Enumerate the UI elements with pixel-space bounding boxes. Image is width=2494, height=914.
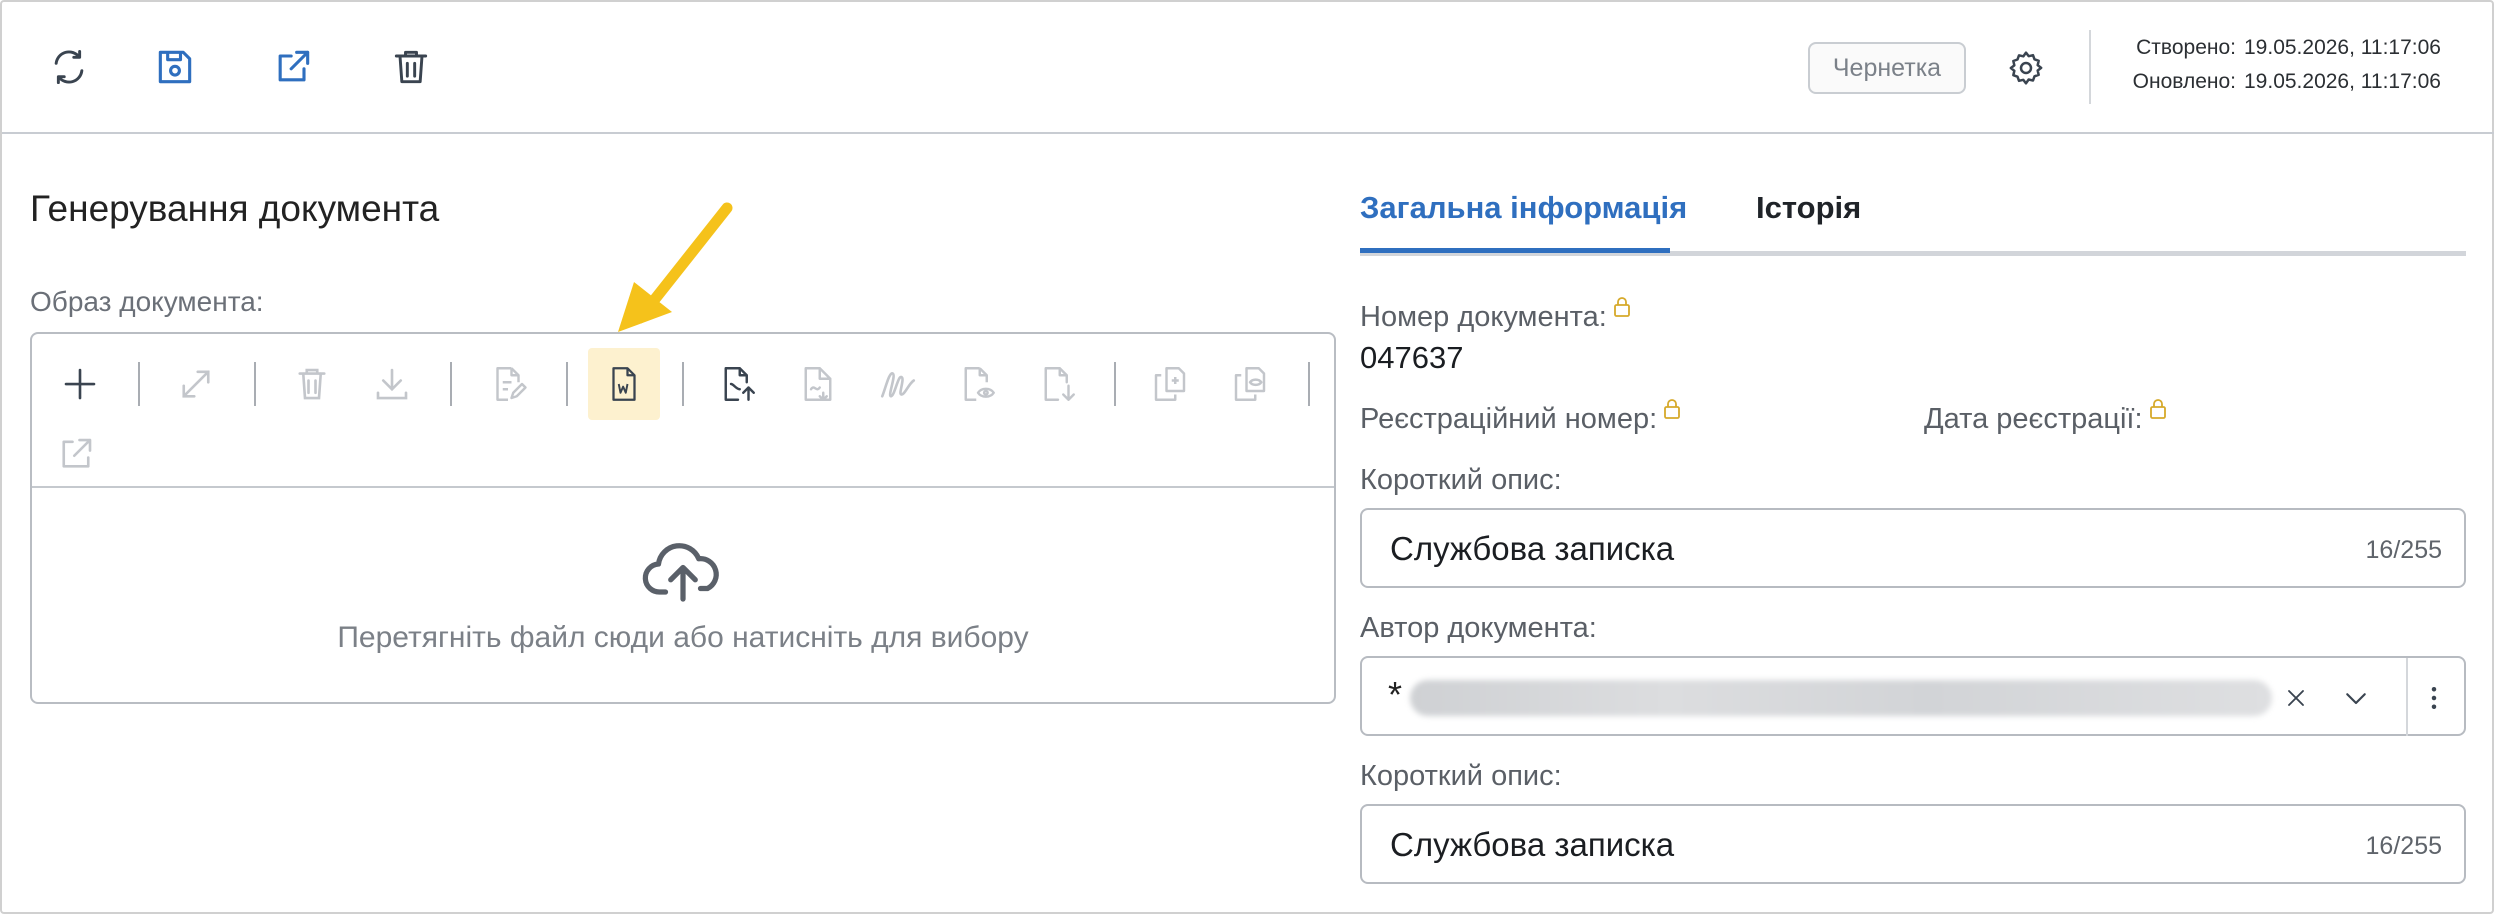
chevron-down-icon [2346,693,2366,705]
updated-info: Оновлено: 19.05.2026, 11:17:06 [2112,70,2452,100]
author-select[interactable]: * [1360,656,2466,736]
cloud-upload-icon [642,543,719,602]
tool-divider [682,362,684,406]
download-icon [376,368,408,400]
tool-divider [138,362,140,406]
delete-file-button[interactable] [282,354,342,414]
drop-zone-text: Перетягніть файл сюди або натисніть для … [337,621,1029,654]
signature-button[interactable] [868,354,928,414]
reg-date-label: Дата реєстрації: [1924,403,2143,435]
doc-number-field-label: Номер документа: [1360,296,1631,334]
tabs: Загальна інформація Історія [1360,184,2466,256]
author-prefix: * [1388,674,1403,715]
save-icon [158,50,192,84]
document-image-panel: Перетягніть файл сюди або натисніть для … [30,332,1336,704]
copy-document-button[interactable] [1140,354,1200,414]
trash-icon [298,368,326,400]
tool-divider [1114,362,1116,406]
highlight-arrow-icon [618,202,733,332]
short-desc2-value: Службова записка [1390,826,1675,863]
updated-value: 19.05.2026, 11:17:06 [2244,70,2441,93]
save-button[interactable] [142,34,208,100]
short-desc-counter: 16/255 [2365,536,2442,564]
app-window: Чернетка Створено: 19.05.2026, 11:17:06 … [0,0,2494,914]
clear-button[interactable] [2276,678,2316,718]
status-badge: Чернетка [1808,42,1966,94]
trash-icon [394,50,428,84]
gear-icon [2009,51,2043,85]
tab-general-info[interactable]: Загальна інформація [1360,190,1687,226]
more-options-button[interactable] [2414,678,2454,718]
signature-icon [880,372,916,398]
tool-divider [1308,362,1310,406]
select-divider [2406,658,2408,736]
document-download-icon [1044,367,1075,401]
doc-number-value: 047637 [1360,340,1464,375]
tab-history[interactable]: Історія [1756,190,1861,226]
documents-compare-icon [1234,367,1266,401]
generate-word-button[interactable] [588,348,660,420]
tool-divider [566,362,568,406]
download-button[interactable] [362,354,422,414]
external-link-icon [278,50,310,82]
document-sign-icon [804,367,832,401]
lock-icon [1613,297,1630,317]
open-external-button[interactable] [260,34,326,100]
reg-date-field-label: Дата реєстрації: [1924,398,2167,436]
updated-label: Оновлено: [2132,70,2236,93]
word-document-icon [612,367,636,401]
created-value: 19.05.2026, 11:17:06 [2244,36,2441,59]
upload-pdf-button[interactable] [708,354,768,414]
document-edit-icon [496,367,527,401]
more-vertical-icon [2431,687,2437,709]
short-desc2-counter: 16/255 [2365,832,2442,860]
lock-icon [1664,399,1681,419]
refresh-button[interactable] [36,34,102,100]
top-toolbar: Чернетка Створено: 19.05.2026, 11:17:06 … [2,2,2494,134]
file-drop-zone[interactable]: Перетягніть файл сюди або натисніть для … [32,490,1334,704]
created-info: Створено: 19.05.2026, 11:17:06 [2112,36,2452,66]
short-desc-label: Короткий опис: [1360,464,1562,496]
document-tools [32,334,1334,488]
expand-button[interactable] [166,354,226,414]
short-desc-input[interactable]: Службова записка 16/255 [1360,508,2466,588]
close-icon [2288,690,2304,706]
tool-divider [450,362,452,406]
short-desc2-label: Короткий опис: [1360,760,1562,792]
refresh-icon [54,49,84,85]
edit-document-button[interactable] [478,354,538,414]
created-label: Створено: [2136,36,2236,59]
document-copy-icon [1154,367,1186,401]
external-link-icon [62,438,92,468]
document-image-label: Образ документа: [30,286,264,317]
lock-icon [2149,399,2166,419]
author-label: Автор документа: [1360,612,1597,644]
author-value-redacted [1410,680,2272,716]
open-external-file-button[interactable] [46,424,106,484]
document-view-icon [964,367,995,401]
toolbar-divider [2089,30,2091,104]
doc-number-label: Номер документа: [1360,301,1607,333]
tool-divider [254,362,256,406]
section-title: Генерування документа [30,188,440,229]
download-document-button[interactable] [1028,354,1088,414]
compare-documents-button[interactable] [1220,354,1280,414]
plus-icon [64,368,96,400]
settings-button[interactable] [1996,38,2056,98]
document-upload-icon [724,367,755,401]
dropdown-button[interactable] [2336,678,2376,718]
short-desc2-input[interactable]: Службова записка 16/255 [1360,804,2466,884]
preview-document-button[interactable] [948,354,1008,414]
delete-button[interactable] [378,34,444,100]
short-desc-value: Службова записка [1390,530,1675,567]
add-button[interactable] [50,354,110,414]
expand-icon [182,370,210,398]
reg-number-label: Реєстраційний номер: [1360,403,1658,435]
active-tab-indicator [1360,248,1670,253]
sign-document-button[interactable] [788,354,848,414]
reg-number-field-label: Реєстраційний номер: [1360,398,1681,436]
